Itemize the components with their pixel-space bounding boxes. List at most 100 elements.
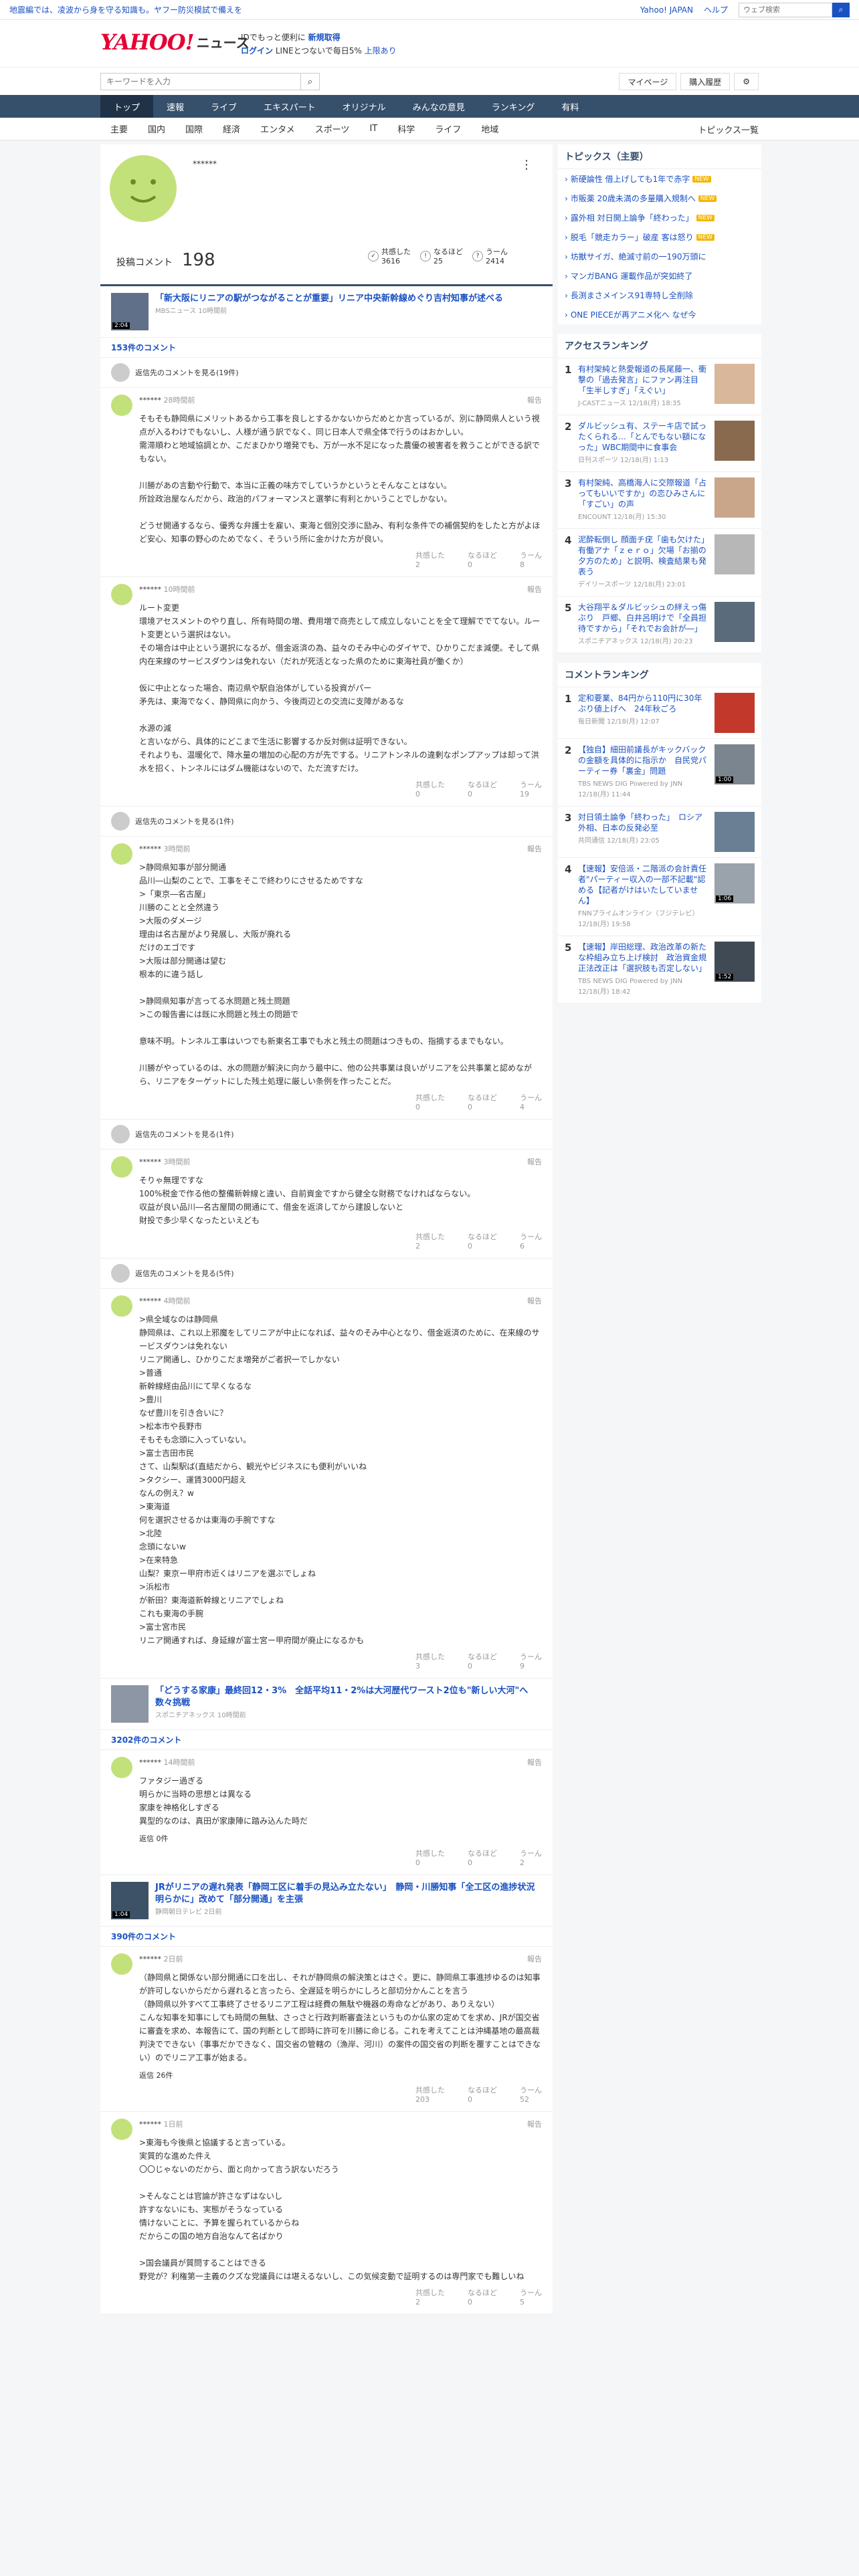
rank-thumbnail[interactable]	[714, 534, 755, 574]
rank-thumbnail[interactable]	[714, 421, 755, 461]
report-link[interactable]: 報告	[527, 1953, 542, 1964]
cat-economy[interactable]: 経済	[213, 118, 250, 140]
nav-top[interactable]: トップ	[100, 95, 154, 118]
reaction-button[interactable]: 共感した 0	[415, 1849, 445, 1868]
report-link[interactable]: 報告	[527, 395, 542, 405]
cat-it[interactable]: IT	[359, 118, 387, 140]
cat-life[interactable]: ライフ	[425, 118, 471, 140]
reaction-button[interactable]: うーん 5	[520, 2288, 542, 2307]
rank-title[interactable]: 有村架純と熱愛報道の長尾藤一、衝撃の「過去発言」にファン再注目「生半しすぎ」「え…	[578, 364, 709, 396]
rank-title[interactable]: 定和要業、84円から110円に30年ぶり値上げへ 24年秋ごろ	[578, 693, 709, 714]
article-thumbnail[interactable]	[111, 1685, 149, 1723]
reaction-button[interactable]: なるほど 0	[468, 551, 497, 570]
rank-thumbnail[interactable]: 1:52	[714, 942, 755, 982]
topic-item[interactable]: › ONE PIECEが再アニメ化へ なぜ今	[558, 305, 761, 324]
rank-thumbnail[interactable]	[714, 602, 755, 642]
view-replies-link[interactable]: 返信先のコメントを見る(19件)	[100, 358, 553, 388]
yahoo-news-logo[interactable]: YAHOO! ニュース	[100, 29, 250, 55]
reaction-button[interactable]: なるほど 0	[468, 1652, 497, 1671]
article-thumbnail[interactable]: 1:04	[111, 1882, 149, 1919]
rank-thumbnail[interactable]: 1:00	[714, 744, 755, 784]
reaction-button[interactable]: なるほど 0	[468, 1093, 497, 1112]
comment-count-link[interactable]: 3202件のコメント	[100, 1730, 553, 1750]
reaction-button[interactable]: うーん 52	[520, 2086, 542, 2105]
reaction-button[interactable]: 共感した 203	[415, 2086, 445, 2105]
reaction-button[interactable]: うーん 19	[520, 780, 542, 799]
ranking-item[interactable]: 5 【速報】岸田総理、政治改革の新たな枠組み立ち上げ検討 政治資金規正法改正は「選…	[558, 936, 761, 1004]
rank-title[interactable]: 有村架純、高橋海人に交際報道「占ってもいいですか」の恋ひみさんに「すごい」の声	[578, 477, 709, 510]
ranking-item[interactable]: 3 対日領土論争「終わった」 ロシア外相、日本の反発必至 共同通信 12/18(月)…	[558, 807, 761, 858]
reaction-button[interactable]: うーん 4	[520, 1093, 542, 1112]
ranking-item[interactable]: 5 大谷翔平＆ダルビッシュの絆えっ傷ぶり 戸郷、白井呂明けで「全員担待ですから」「…	[558, 597, 761, 653]
rank-thumbnail[interactable]: 1:06	[714, 863, 755, 903]
report-link[interactable]: 報告	[527, 843, 542, 854]
gear-icon[interactable]: ⚙	[734, 73, 759, 90]
reaction-button[interactable]: うーん 2	[520, 1849, 542, 1868]
topic-item[interactable]: › 新硬論性 借上げしても1年で赤字 NEW	[558, 169, 761, 189]
comment-count-link[interactable]: 153件のコメント	[100, 338, 553, 358]
nav-paid[interactable]: 有料	[548, 95, 592, 118]
purchase-history-button[interactable]: 購入履歴	[680, 73, 731, 90]
disaster-notice-link[interactable]: 地震編では、凌波から身を守る知識も。ヤフー防災模試で備えを	[9, 4, 640, 15]
reaction-button[interactable]: 共感した 2	[415, 2288, 445, 2307]
topic-item[interactable]: › 脱毛「競走カラー」破産 客は怒り NEW	[558, 227, 761, 247]
rank-title[interactable]: 【速報】安倍派・二階派の会計責任者"パーティー収入の一部不記載"認める【記者がけ…	[578, 863, 709, 906]
cat-local[interactable]: 地域	[471, 118, 508, 140]
reaction-button[interactable]: 共感した 2	[415, 551, 445, 570]
search-icon[interactable]: ⌕	[832, 2, 850, 17]
nav-ranking[interactable]: ランキング	[478, 95, 549, 118]
topic-item[interactable]: › 長渕まさメインス91専特し全削除	[558, 286, 761, 305]
article-header[interactable]: 1:04 JRがリニアの遅れ発表「静岡工区に着手の見込み立たない」 静岡・川勝知事…	[100, 1875, 553, 1927]
cat-intl[interactable]: 国際	[175, 118, 213, 140]
reaction-button[interactable]: なるほど 0	[468, 2086, 497, 2105]
article-title[interactable]: 「どうする家康」最終回12・3% 全話平均11・2%は大河歴代ワースト2位も"新…	[155, 1685, 542, 1709]
replies-link[interactable]: 返信 0件	[139, 1833, 542, 1844]
reaction-button[interactable]: なるほど 0	[468, 1849, 497, 1868]
search-icon[interactable]: ⌕	[301, 73, 320, 90]
reaction-button[interactable]: 共感した 0	[415, 1093, 445, 1112]
article-title[interactable]: JRがリニアの遅れ発表「静岡工区に着手の見込み立たない」 静岡・川勝知事「全工区…	[155, 1882, 542, 1906]
reaction-button[interactable]: うーん 8	[520, 551, 542, 570]
replies-link[interactable]: 返信 26件	[139, 2070, 542, 2080]
nav-live[interactable]: ライブ	[197, 95, 250, 118]
reaction-button[interactable]: 共感した 3	[415, 1652, 445, 1671]
help-link[interactable]: ヘルプ	[704, 4, 728, 15]
article-header[interactable]: 2:04 「新大阪にリニアの駅がつながることが重要」リニア中央新幹線めぐり吉村知事…	[100, 286, 553, 338]
ranking-item[interactable]: 3 有村架純、高橋海人に交際報道「占ってもいいですか」の恋ひみさんに「すごい」の声…	[558, 472, 761, 529]
nav-breaking[interactable]: 速報	[153, 95, 197, 118]
web-search-input[interactable]	[739, 2, 832, 17]
topic-item[interactable]: › 市販薬 20歳未満の多量購入規制へ NEW	[558, 189, 761, 208]
rank-title[interactable]: ダルビッシュ有、ステーキ店で試ったくられる…「とんでもない額になった」WBC期間…	[578, 421, 709, 453]
report-link[interactable]: 報告	[527, 2119, 542, 2129]
reaction-button[interactable]: 共感した 2	[415, 1232, 445, 1251]
ranking-item[interactable]: 2 ダルビッシュ有、ステーキ店で試ったくられる…「とんでもない額になった」WBC期…	[558, 415, 761, 472]
ranking-item[interactable]: 4 【速報】安倍派・二階派の会計責任者"パーティー収入の一部不記載"認める【記者が…	[558, 858, 761, 936]
topic-item[interactable]: › 露外相 対日開上論争「終わった」 NEW	[558, 208, 761, 227]
rank-thumbnail[interactable]	[714, 364, 755, 404]
cat-sports[interactable]: スポーツ	[305, 118, 360, 140]
ranking-item[interactable]: 4 泥酔転倒し 顔面チ疣「歯も欠けた」有働アナ「ｚｅｒｏ」欠場「お揃の夕方のため」…	[558, 529, 761, 597]
signup-link[interactable]: 新規取得	[308, 33, 341, 42]
rank-thumbnail[interactable]	[714, 477, 755, 518]
reaction-button[interactable]: なるほど 0	[468, 780, 497, 799]
cat-entertainment[interactable]: エンタメ	[250, 118, 305, 140]
reaction-button[interactable]: 共感した 0	[415, 780, 445, 799]
cat-domestic[interactable]: 国内	[138, 118, 175, 140]
rank-thumbnail[interactable]	[714, 693, 755, 733]
limit-link[interactable]: 上限あり	[365, 46, 397, 56]
article-thumbnail[interactable]: 2:04	[111, 293, 149, 330]
report-link[interactable]: 報告	[527, 1295, 542, 1306]
rank-thumbnail[interactable]	[714, 812, 755, 852]
view-replies-link[interactable]: 返信先のコメントを見る(1件)	[100, 807, 553, 837]
more-menu-icon[interactable]: ⋮	[520, 158, 533, 172]
reaction-button[interactable]: うーん 9	[520, 1652, 542, 1671]
rank-title[interactable]: 大谷翔平＆ダルビッシュの絆えっ傷ぶり 戸郷、白井呂明けで「全員担待ですから」「そ…	[578, 602, 709, 634]
rank-title[interactable]: 対日領土論争「終わった」 ロシア外相、日本の反発必至	[578, 812, 709, 833]
article-title[interactable]: 「新大阪にリニアの駅がつながることが重要」リニア中央新幹線めぐり吉村知事が述べる	[155, 293, 503, 305]
topics-list-link[interactable]: トピックス一覧	[698, 118, 759, 140]
article-header[interactable]: 「どうする家康」最終回12・3% 全話平均11・2%は大河歴代ワースト2位も"新…	[100, 1679, 553, 1730]
topic-item[interactable]: › マンガBANG 運載作品が突如終了	[558, 266, 761, 286]
nav-opinions[interactable]: みんなの意見	[399, 95, 478, 118]
rank-title[interactable]: 【独自】細田前議長がキックバックの金額を具体的に指示か 自民党パーティー券「裏金…	[578, 744, 709, 776]
comment-count-link[interactable]: 390件のコメント	[100, 1927, 553, 1947]
